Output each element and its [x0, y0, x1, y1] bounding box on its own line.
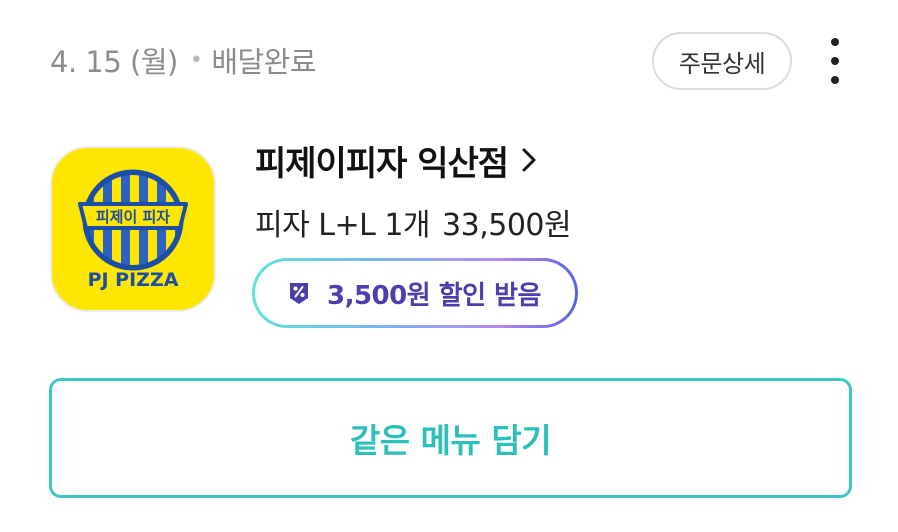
pj-pizza-logo-graphic: 피제이 피자 PJ PIZZA — [78, 169, 188, 291]
order-date: 4. 15 (월) — [50, 45, 178, 79]
logo-korean-text: 피제이 피자 — [96, 208, 170, 226]
logo-english-text: PJ PIZZA — [88, 269, 179, 291]
discount-badge: 3,500원 할인 받음 — [252, 258, 578, 328]
store-name: 피제이피자 익산점 — [255, 143, 509, 184]
order-meta: 4. 15 (월) • 배달완료 — [50, 38, 317, 82]
coupon-percent-icon — [285, 279, 313, 307]
order-item: 피자 L+L 1개 — [255, 208, 431, 243]
meta-separator: • — [189, 47, 203, 73]
store-name-link[interactable]: 피제이피자 익산점 — [255, 134, 536, 186]
more-vertical-icon[interactable] — [820, 38, 850, 84]
store-logo[interactable]: 피제이 피자 PJ PIZZA — [50, 146, 216, 312]
order-price: 33,500원 — [442, 208, 572, 243]
order-summary: 피자 L+L 1개 33,500원 — [255, 198, 572, 246]
reorder-same-menu-button[interactable]: 같은 메뉴 담기 — [49, 378, 852, 498]
chevron-right-icon — [522, 148, 536, 172]
discount-text: 3,500원 할인 받음 — [327, 280, 541, 311]
order-detail-button[interactable]: 주문상세 — [652, 32, 792, 90]
order-status: 배달완료 — [211, 45, 317, 79]
